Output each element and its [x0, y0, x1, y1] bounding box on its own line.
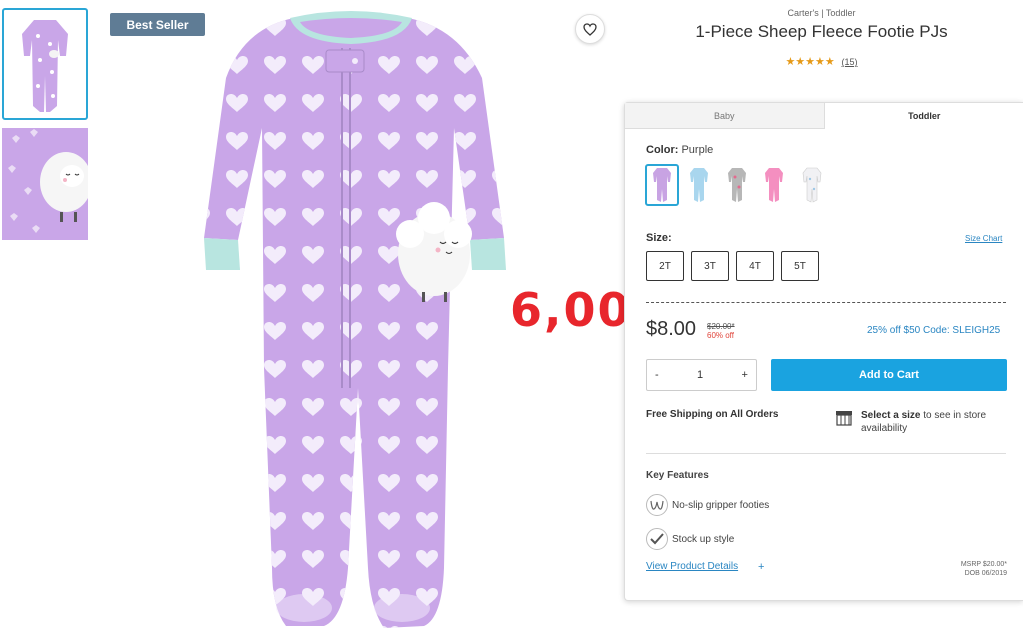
expand-plus-icon[interactable]: + — [758, 561, 764, 573]
size-label: Size: — [646, 232, 672, 244]
swatch-white-print[interactable] — [795, 164, 829, 206]
feature-item-stock-up: Stock up style — [646, 528, 734, 550]
purchase-panel: Baby Toddler Color: Purple Size: Size Ch… — [624, 102, 1023, 601]
feature-item-gripper: No-slip gripper footies — [646, 494, 769, 516]
size-option-3t[interactable]: 3T — [691, 251, 729, 281]
purple-pajama-swatch-image — [653, 168, 671, 202]
quantity-increase-button[interactable]: + — [742, 369, 748, 381]
key-features-title: Key Features — [646, 470, 709, 481]
light-blue-pajama-swatch-image — [690, 168, 708, 202]
size-option-4t[interactable]: 4T — [736, 251, 774, 281]
size-option-2t[interactable]: 2T — [646, 251, 684, 281]
color-label-text: Color: — [646, 144, 679, 156]
swatch-purple[interactable] — [645, 164, 679, 206]
selected-color-name: Purple — [681, 144, 714, 156]
quantity-stepper: - 1 + — [646, 359, 757, 391]
quantity-value[interactable]: 1 — [697, 369, 703, 381]
pajama-thumbnail-image — [22, 20, 68, 112]
sale-price: $8.00 — [646, 318, 697, 340]
thumbnail-front[interactable] — [2, 8, 88, 120]
original-price: $20.00* — [707, 322, 735, 331]
wishlist-button[interactable] — [575, 14, 605, 44]
discount-percent: 60% off — [707, 331, 734, 340]
tab-baby[interactable]: Baby — [625, 103, 825, 129]
dob-text: DOB 06/2019 — [964, 570, 1007, 577]
free-shipping-text: Free Shipping on All Orders — [646, 409, 779, 420]
store-icon — [836, 411, 852, 426]
swatch-gray-print[interactable] — [720, 164, 754, 206]
size-option-5t[interactable]: 5T — [781, 251, 819, 281]
feature-label: Stock up style — [672, 533, 735, 545]
feature-label: No-slip gripper footies — [672, 499, 770, 511]
star-rating-icon: ★★★★★ — [785, 56, 835, 68]
color-label: Color: Purple — [646, 144, 713, 156]
msrp-info: MSRP $20.00* DOB 06/2019 — [925, 560, 1007, 578]
best-seller-badge: Best Seller — [110, 13, 205, 36]
review-count-link[interactable]: (15) — [842, 57, 858, 67]
price-divider — [646, 302, 1006, 303]
heart-outline-icon — [583, 22, 597, 36]
sheep-closeup-image — [2, 128, 88, 240]
features-divider — [646, 453, 1006, 454]
product-title: 1-Piece Sheep Fleece Footie PJs — [695, 22, 948, 41]
swatch-light-blue[interactable] — [682, 164, 716, 206]
handwritten-price-annotation: 6,00 — [510, 283, 632, 337]
quantity-decrease-button[interactable]: - — [655, 369, 659, 381]
gray-print-pajama-swatch-image — [728, 168, 746, 202]
tab-toddler[interactable]: Toddler — [824, 103, 1023, 129]
brand-breadcrumb: Carter's | Toddler — [787, 8, 856, 18]
msrp-text: MSRP $20.00* — [960, 561, 1007, 568]
checkmark-icon — [646, 528, 668, 550]
rating-row: ★★★★★ (15) — [620, 55, 1023, 68]
store-availability-text: Select a size to see in store availabili… — [861, 409, 1011, 435]
add-to-cart-button[interactable]: Add to Cart — [771, 359, 1007, 391]
thumbnail-detail[interactable] — [2, 128, 88, 240]
select-size-text: Select a size — [861, 410, 921, 421]
white-print-pajama-swatch-image — [802, 167, 822, 203]
view-product-details-link[interactable]: View Product Details — [646, 561, 738, 572]
gripper-icon — [646, 494, 668, 516]
swatch-pink[interactable] — [757, 164, 791, 206]
promo-code-text: 25% off $50 Code: SLEIGH25 — [867, 325, 1001, 336]
pink-pajama-swatch-image — [765, 168, 783, 202]
size-range-tabs: Baby Toddler — [625, 103, 1023, 129]
size-chart-link[interactable]: Size Chart — [965, 234, 1002, 243]
